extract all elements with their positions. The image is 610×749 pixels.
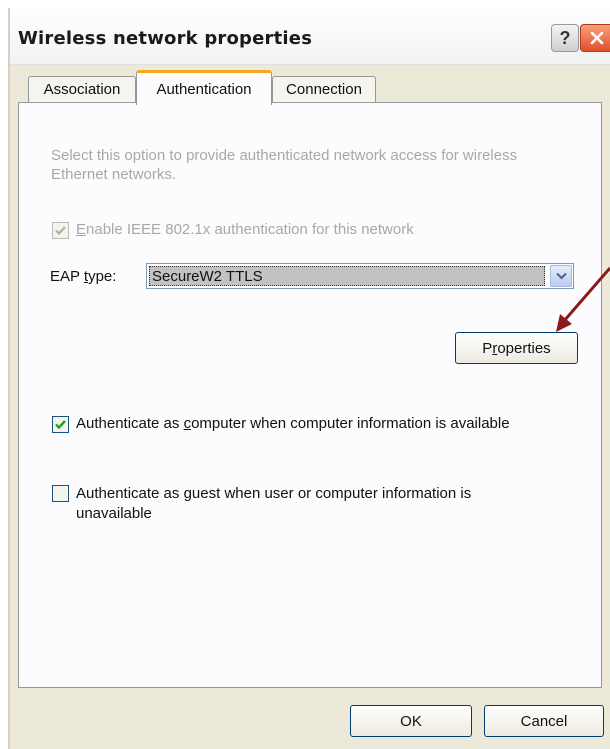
title-bar[interactable]: Wireless network properties ?: [10, 8, 610, 65]
auth-as-guest-label: Authenticate as guest when user or compu…: [76, 485, 472, 522]
auth-as-guest-checkbox[interactable]: [52, 485, 69, 502]
description-text: Select this option to provide authentica…: [51, 147, 518, 183]
tab-connection-label: Connection: [286, 81, 362, 98]
tab-association-label: Association: [43, 81, 121, 98]
dropdown-button[interactable]: [550, 265, 572, 287]
tab-connection[interactable]: Connection: [272, 76, 376, 102]
help-icon: ?: [559, 27, 571, 48]
authentication-panel: Select this option to provide authentica…: [18, 102, 602, 688]
properties-button-label: Properties: [482, 339, 551, 357]
tab-association[interactable]: Association: [28, 76, 136, 102]
auth-as-computer-label: Authenticate as computer when computer i…: [76, 415, 510, 432]
cancel-button[interactable]: Cancel: [484, 705, 604, 737]
checkmark-icon: [55, 420, 66, 430]
enable-8021x-label: Enable IEEE 802.1x authentication for th…: [76, 221, 414, 238]
tab-strip: Association Authentication Connection: [18, 70, 610, 105]
ok-button[interactable]: OK: [350, 705, 472, 737]
eap-type-value: SecureW2 TTLS: [149, 266, 545, 286]
properties-button[interactable]: Properties: [455, 332, 578, 364]
eap-type-select[interactable]: SecureW2 TTLS: [146, 263, 574, 289]
ok-button-label: OK: [400, 712, 422, 730]
auth-as-computer-checkbox[interactable]: [52, 416, 69, 433]
tab-authentication-label: Authentication: [156, 80, 252, 98]
close-icon: [590, 31, 604, 45]
checkmark-icon: [55, 226, 66, 236]
eap-type-label: EAP type:: [50, 268, 117, 285]
chevron-down-icon: [555, 272, 567, 280]
help-button[interactable]: ?: [551, 24, 579, 52]
window-title: Wireless network properties: [18, 28, 313, 49]
close-button[interactable]: [580, 24, 610, 52]
cancel-button-label: Cancel: [520, 712, 568, 730]
enable-8021x-checkbox[interactable]: [52, 222, 69, 239]
tab-authentication[interactable]: Authentication: [136, 70, 272, 105]
